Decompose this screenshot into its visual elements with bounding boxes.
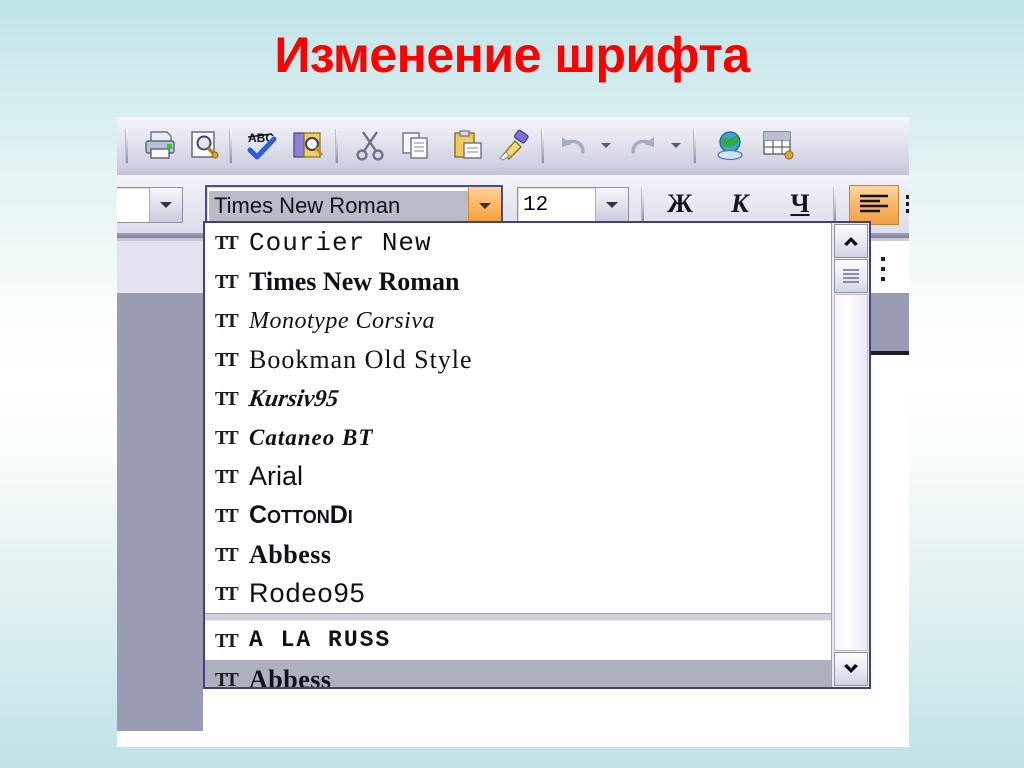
truetype-icon: TT xyxy=(215,387,239,410)
scroll-track[interactable] xyxy=(834,294,868,651)
document-left-ruler xyxy=(117,241,203,294)
print-icon[interactable] xyxy=(139,124,181,166)
scroll-thumb[interactable] xyxy=(834,259,868,293)
font-size-combo-box[interactable]: 12 xyxy=(517,187,629,223)
truetype-icon: TT xyxy=(215,668,239,688)
font-list-item-label: Courier New xyxy=(249,227,432,258)
chevron-down-icon xyxy=(844,664,858,673)
font-list-item-label: Rodeo95 xyxy=(249,578,366,608)
spelling-check-icon[interactable]: ABC xyxy=(241,124,283,166)
toolbar-separator xyxy=(641,187,644,221)
truetype-icon: TT xyxy=(215,348,239,371)
font-list-item[interactable]: TT Cataneo BT xyxy=(205,418,833,457)
font-list-scrollbar[interactable] xyxy=(831,223,869,687)
print-preview-icon[interactable] xyxy=(183,124,225,166)
scroll-thumb-grip xyxy=(843,267,859,285)
paste-icon[interactable] xyxy=(447,124,489,166)
undo-icon[interactable] xyxy=(553,124,595,166)
font-list-item-label: Arial xyxy=(249,461,304,491)
underline-button[interactable]: Ч xyxy=(777,185,823,223)
bold-button[interactable]: Ж xyxy=(657,185,703,223)
truetype-icon: TT xyxy=(215,504,239,527)
font-list-item-label: Kursiv95 xyxy=(247,385,341,412)
truetype-icon: TT xyxy=(215,426,239,449)
copy-icon[interactable] xyxy=(395,124,437,166)
font-size-dropdown-arrow[interactable] xyxy=(595,188,628,222)
bullets-button[interactable] xyxy=(903,185,909,223)
font-name-dropdown-arrow[interactable] xyxy=(468,187,501,225)
scroll-down-button[interactable] xyxy=(834,652,868,686)
toolbar-separator xyxy=(833,187,836,221)
standard-toolbar: ABC xyxy=(117,117,909,176)
font-list-item[interactable]: TT Times New Roman xyxy=(205,262,833,301)
word-screenshot: ABC Times New Roman 12 Ж К Ч TT Courier … xyxy=(117,117,909,747)
cut-icon[interactable] xyxy=(349,124,391,166)
toolbar-separator xyxy=(229,129,232,163)
font-list-item[interactable]: TT Monotype Corsiva xyxy=(205,301,833,340)
font-list-item-label: Bookman Old Style xyxy=(249,344,473,374)
redo-dropdown-arrow[interactable] xyxy=(669,139,683,151)
truetype-icon: TT xyxy=(215,270,239,293)
font-list-item-label: Cataneo BT xyxy=(249,425,374,450)
font-list-item-label: Monotype Corsiva xyxy=(249,307,435,334)
font-list-item-label: A LA RUSS xyxy=(249,627,392,653)
font-name-value: Times New Roman xyxy=(209,191,468,221)
font-list-items: TT Courier New TT Times New Roman TT Monotype… xyxy=(205,223,833,687)
table-icon[interactable] xyxy=(757,124,799,166)
font-dropdown-list[interactable]: TT Courier New TT Times New Roman TT Monotype… xyxy=(203,221,871,689)
italic-button[interactable]: К xyxy=(717,185,763,223)
font-size-value: 12 xyxy=(523,193,549,217)
page-title: Изменение шрифта xyxy=(274,27,750,83)
bulleted-list-icon xyxy=(906,195,909,213)
document-left-margin xyxy=(117,293,203,731)
undo-dropdown-arrow[interactable] xyxy=(599,139,613,151)
research-icon[interactable] xyxy=(287,124,329,166)
truetype-icon: TT xyxy=(215,582,239,605)
toolbar-separator xyxy=(125,129,128,163)
font-list-item[interactable]: TT Kursiv95 xyxy=(205,379,833,418)
format-painter-icon[interactable] xyxy=(493,124,535,166)
font-list-item[interactable]: TT Courier New xyxy=(205,223,833,262)
align-left-button[interactable] xyxy=(849,185,899,225)
hyperlink-icon[interactable] xyxy=(709,124,751,166)
font-list-item[interactable]: TT Rodeo95 xyxy=(205,574,833,613)
truetype-icon: TT xyxy=(215,231,239,254)
toolbar-separator xyxy=(693,129,696,163)
font-list-item[interactable]: TT A LA RUSS xyxy=(205,621,833,660)
font-list-item-label: Abbess xyxy=(249,664,332,687)
align-left-icon xyxy=(860,194,888,213)
font-list-item[interactable]: TT Abbess xyxy=(205,660,833,687)
font-list-item[interactable]: TT Bookman Old Style xyxy=(205,340,833,379)
scroll-up-button[interactable] xyxy=(834,224,868,258)
font-list-item[interactable]: TT CottonDi xyxy=(205,496,833,535)
font-list-item-label: Abbess xyxy=(249,539,332,569)
ruler-tick xyxy=(881,277,885,281)
toolbar-separator xyxy=(335,129,338,163)
style-combo-dropdown-arrow[interactable] xyxy=(149,188,182,222)
style-combo-box[interactable] xyxy=(117,187,183,223)
font-list-separator xyxy=(205,613,833,621)
toolbar-separator xyxy=(541,129,544,163)
font-list-item[interactable]: TT Abbess xyxy=(205,535,833,574)
font-list-item[interactable]: TT Arial xyxy=(205,457,833,496)
font-list-item-label: CottonDi xyxy=(249,501,353,529)
truetype-icon: TT xyxy=(215,465,239,488)
ruler-tick xyxy=(881,257,885,261)
redo-icon[interactable] xyxy=(621,124,663,166)
truetype-icon: TT xyxy=(215,309,239,332)
truetype-icon: TT xyxy=(215,629,239,652)
chevron-up-icon xyxy=(844,237,858,246)
font-list-item-label: Times New Roman xyxy=(249,266,460,296)
truetype-icon: TT xyxy=(215,543,239,566)
ruler-tick xyxy=(881,267,885,271)
